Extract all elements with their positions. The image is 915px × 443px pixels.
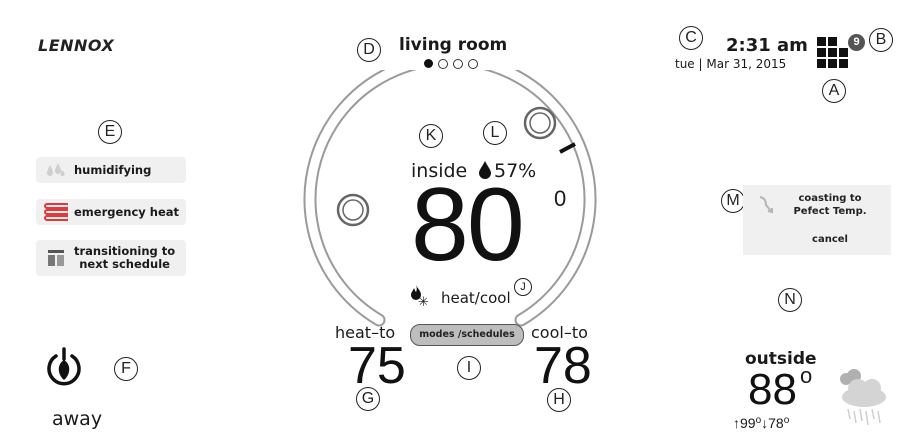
callout-l: L — [483, 121, 507, 145]
menu-grid-button[interactable] — [817, 36, 851, 75]
callout-n: N — [778, 288, 802, 312]
current-temp-tick — [559, 142, 576, 154]
callout-i: I — [457, 356, 481, 380]
status-label: transitioning to next schedule — [74, 245, 175, 271]
system-mode-label[interactable]: heat/cool — [441, 289, 511, 307]
modes-schedules-button[interactable]: modes /schedules — [410, 324, 524, 346]
leaf-power-icon — [47, 347, 81, 386]
rain-cloud-icon — [840, 369, 886, 426]
forecast-low: 78 — [768, 415, 784, 431]
status-humidifying[interactable]: humidifying — [36, 157, 186, 183]
callout-e: E — [98, 120, 122, 144]
coasting-text: coasting to Pefect Temp. — [781, 192, 879, 218]
status-label-line1: transitioning to — [74, 244, 176, 258]
coasting-panel: coasting to Pefect Temp. cancel — [743, 185, 891, 255]
page-dot[interactable] — [468, 59, 478, 69]
clock-date: tue | Mar 31, 2015 — [675, 57, 787, 71]
callout-d: D — [357, 38, 381, 62]
forecast-high: 99 — [740, 415, 756, 431]
status-transitioning[interactable]: transitioning to next schedule — [36, 240, 186, 276]
callout-c: C — [679, 26, 703, 50]
away-label: away — [52, 408, 103, 430]
coasting-cancel-button[interactable]: cancel — [781, 234, 879, 245]
status-label: emergency heat — [74, 205, 180, 219]
hi-lo-forecast: ↑ 99 o ↓ 78 o — [733, 415, 789, 431]
forecast-deg: o — [783, 415, 790, 426]
cool-to-value[interactable]: 78 — [534, 338, 592, 394]
heat-to-value[interactable]: 75 — [348, 338, 406, 394]
indoor-degree-symbol: 0 — [554, 186, 567, 211]
outside-degree-symbol: o — [800, 363, 813, 388]
schedule-icon — [44, 249, 68, 267]
status-label-line2: next schedule — [79, 257, 170, 271]
page-dots[interactable] — [424, 59, 478, 69]
callout-h: H — [547, 388, 571, 412]
indoor-temperature: 80 — [411, 167, 525, 283]
arrow-down-icon: ↓ — [761, 415, 769, 431]
heat-coil-icon — [44, 203, 68, 221]
callout-m: M — [721, 189, 745, 213]
page-dot-active[interactable] — [424, 59, 433, 68]
snowflake-icon: ✳ — [418, 294, 429, 309]
coasting-arrow-icon — [759, 196, 773, 214]
room-name[interactable]: living room — [399, 35, 507, 55]
page-dot[interactable] — [438, 59, 448, 69]
coasting-line1: coasting to — [798, 193, 862, 204]
menu-grid-icon — [817, 37, 848, 68]
lennox-logo: LENNOX — [38, 36, 115, 55]
callout-a: A — [822, 79, 846, 103]
droplets-icon — [44, 162, 68, 178]
away-button[interactable] — [45, 347, 83, 392]
callout-b: B — [869, 28, 893, 52]
status-label: humidifying — [74, 163, 152, 177]
arrow-up-icon: ↑ — [733, 415, 740, 431]
clock-time: 2:31 am — [726, 35, 808, 56]
callout-f: F — [114, 357, 138, 381]
callout-g: G — [356, 387, 380, 411]
callout-k: K — [419, 124, 443, 148]
notification-badge[interactable]: 9 — [848, 34, 865, 51]
page-dot[interactable] — [453, 59, 463, 69]
coasting-line2: Pefect Temp. — [793, 206, 867, 217]
status-emergency-heat[interactable]: emergency heat — [36, 199, 186, 225]
callout-j: J — [514, 278, 532, 296]
outside-temperature: 88 — [748, 365, 797, 414]
